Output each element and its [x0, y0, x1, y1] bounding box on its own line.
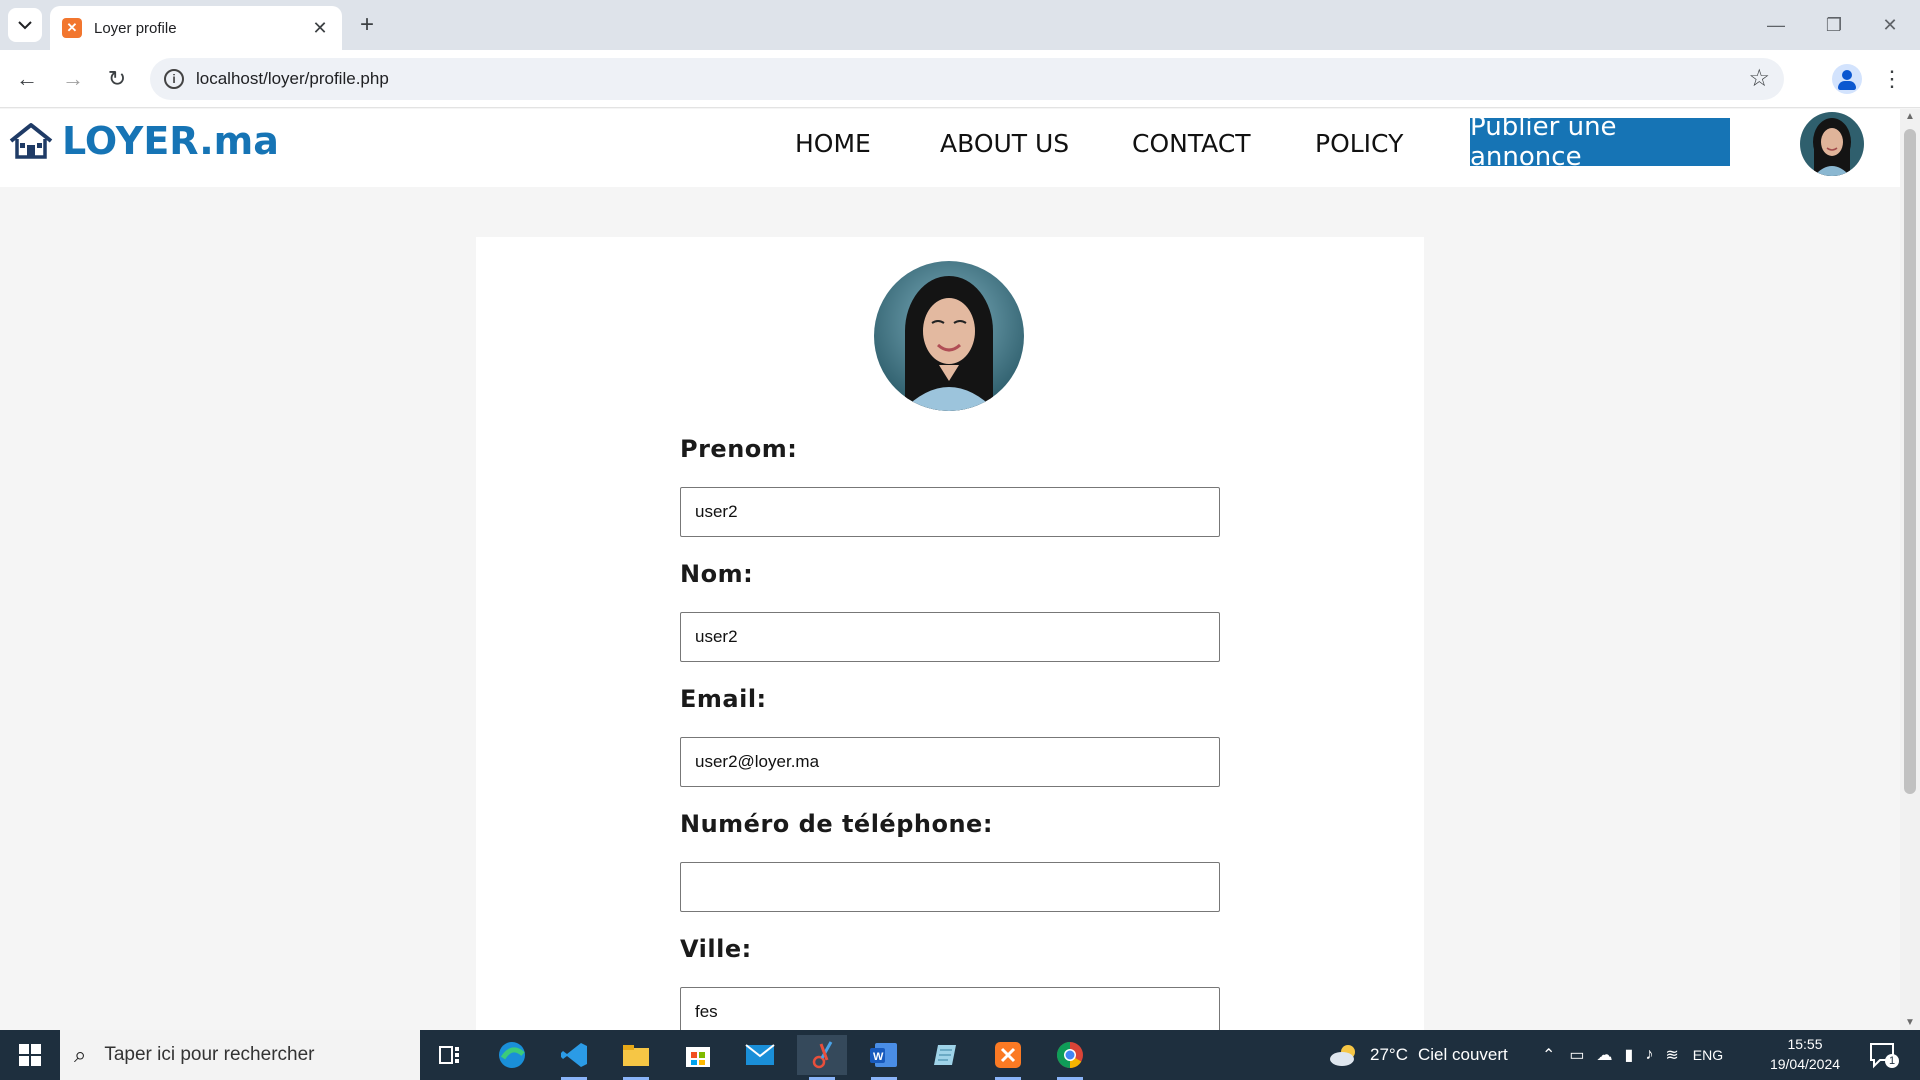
back-arrow-icon[interactable]: ←	[10, 62, 44, 96]
ville-input[interactable]: fes	[680, 987, 1220, 1030]
windows-start-icon[interactable]	[0, 1030, 60, 1080]
search-placeholder: Taper ici pour rechercher	[104, 1044, 315, 1065]
task-view-icon[interactable]	[425, 1035, 475, 1075]
edge-icon[interactable]	[487, 1035, 537, 1075]
battery-icon[interactable]: ▮	[1625, 1045, 1634, 1065]
site-logo[interactable]: LOYER.ma	[8, 119, 279, 163]
user-avatar[interactable]	[1800, 112, 1864, 176]
bookmark-star-icon[interactable]: ☆	[1748, 64, 1770, 93]
notepad-icon[interactable]	[921, 1035, 971, 1075]
clock-time: 15:55	[1787, 1036, 1823, 1052]
nom-label: Nom:	[680, 560, 754, 588]
url-text: localhost/loyer/profile.php	[196, 69, 389, 88]
weather-widget[interactable]: 27°C Ciel couvert	[1328, 1030, 1508, 1080]
forward-arrow-icon[interactable]: →	[56, 62, 90, 96]
clock-date: 19/04/2024	[1769, 1056, 1841, 1072]
page-scrollbar[interactable]: ▲ ▼	[1900, 109, 1920, 1030]
word-icon[interactable]: W	[859, 1035, 909, 1080]
scroll-up-icon[interactable]: ▲	[1904, 111, 1916, 122]
volume-icon[interactable]: ♪	[1645, 1046, 1653, 1064]
browser-tab[interactable]: ✕ Loyer profile ✕	[50, 6, 342, 50]
minimize-icon[interactable]: —	[1756, 12, 1796, 38]
notification-count-badge: 1	[1885, 1054, 1899, 1068]
profile-photo	[874, 261, 1024, 411]
nom-input[interactable]: user2	[680, 612, 1220, 662]
reload-icon[interactable]: ↻	[100, 62, 134, 96]
system-clock[interactable]: 15:55 19/04/2024	[1760, 1034, 1850, 1074]
close-window-icon[interactable]: ✕	[1870, 12, 1910, 38]
onedrive-cloud-icon[interactable]: ☁	[1597, 1045, 1613, 1065]
email-input[interactable]: user2@loyer.ma	[680, 737, 1220, 787]
cloudy-weather-icon	[1330, 1045, 1355, 1066]
meet-now-icon[interactable]: ▭	[1569, 1045, 1584, 1065]
windows-taskbar: ⌕ Taper ici pour rechercher W 27°C Ciel …	[0, 1030, 1920, 1080]
publish-listing-button[interactable]: Publier une annonce	[1470, 112, 1730, 172]
notification-center-icon[interactable]: 1	[1868, 1040, 1899, 1070]
ville-label: Ville:	[680, 935, 752, 963]
prenom-label: Prenom:	[680, 435, 798, 463]
email-label: Email:	[680, 685, 767, 713]
chrome-icon[interactable]	[1045, 1035, 1095, 1080]
taskbar-search-box[interactable]: ⌕ Taper ici pour rechercher	[60, 1030, 420, 1080]
language-indicator[interactable]: ENG	[1693, 1047, 1723, 1063]
file-explorer-icon[interactable]	[611, 1035, 661, 1080]
house-icon	[9, 123, 53, 159]
site-header: LOYER.ma HOME ABOUT US CONTACT POLICY Pu…	[0, 109, 1900, 187]
avatar-portrait-icon	[1800, 112, 1864, 176]
system-tray: ⌃ ▭ ☁ ▮ ♪ ≋ ENG	[1542, 1030, 1723, 1080]
browser-tab-strip: ✕ Loyer profile ✕ + — ❐ ✕	[0, 0, 1920, 50]
prenom-input[interactable]: user2	[680, 487, 1220, 537]
nav-home-link[interactable]: HOME	[795, 129, 871, 158]
new-tab-plus-icon[interactable]: +	[352, 10, 382, 40]
nav-policy-link[interactable]: POLICY	[1315, 129, 1403, 158]
page-viewport: LOYER.ma HOME ABOUT US CONTACT POLICY Pu…	[0, 109, 1900, 1030]
kebab-menu-icon[interactable]: ⋮	[1880, 62, 1904, 96]
nav-contact-link[interactable]: CONTACT	[1132, 129, 1251, 158]
microsoft-store-icon[interactable]	[673, 1035, 723, 1075]
snipping-tool-icon[interactable]	[797, 1035, 847, 1080]
phone-input[interactable]	[680, 862, 1220, 912]
weather-temp: 27°C	[1370, 1045, 1408, 1064]
browser-profile-icon[interactable]	[1832, 64, 1862, 94]
phone-label: Numéro de téléphone:	[680, 810, 993, 838]
svg-text:W: W	[873, 1051, 884, 1063]
wifi-icon[interactable]: ≋	[1665, 1045, 1678, 1065]
tab-close-icon[interactable]: ✕	[310, 18, 330, 39]
browser-toolbar: ← → ↻ i localhost/loyer/profile.php ☆ ⋮	[0, 50, 1920, 108]
nav-about-link[interactable]: ABOUT US	[940, 129, 1069, 158]
brand-name: LOYER.ma	[62, 119, 279, 163]
profile-portrait-icon	[874, 261, 1024, 411]
xampp-icon[interactable]	[983, 1035, 1033, 1080]
scroll-down-icon[interactable]: ▼	[1904, 1017, 1916, 1028]
vscode-icon[interactable]	[549, 1035, 599, 1080]
tab-search-button[interactable]	[8, 8, 42, 42]
site-info-icon[interactable]: i	[164, 69, 184, 89]
scrollbar-thumb[interactable]	[1904, 129, 1916, 794]
xampp-favicon-icon: ✕	[62, 18, 82, 38]
chevron-down-icon	[18, 21, 32, 30]
address-bar[interactable]: i localhost/loyer/profile.php ☆	[150, 58, 1784, 100]
chevron-up-icon[interactable]: ⌃	[1542, 1045, 1555, 1065]
weather-text: Ciel couvert	[1417, 1045, 1508, 1064]
tab-title: Loyer profile	[94, 19, 177, 37]
restore-icon[interactable]: ❐	[1814, 12, 1854, 38]
search-icon: ⌕	[74, 1042, 87, 1067]
mail-icon[interactable]	[735, 1035, 785, 1075]
